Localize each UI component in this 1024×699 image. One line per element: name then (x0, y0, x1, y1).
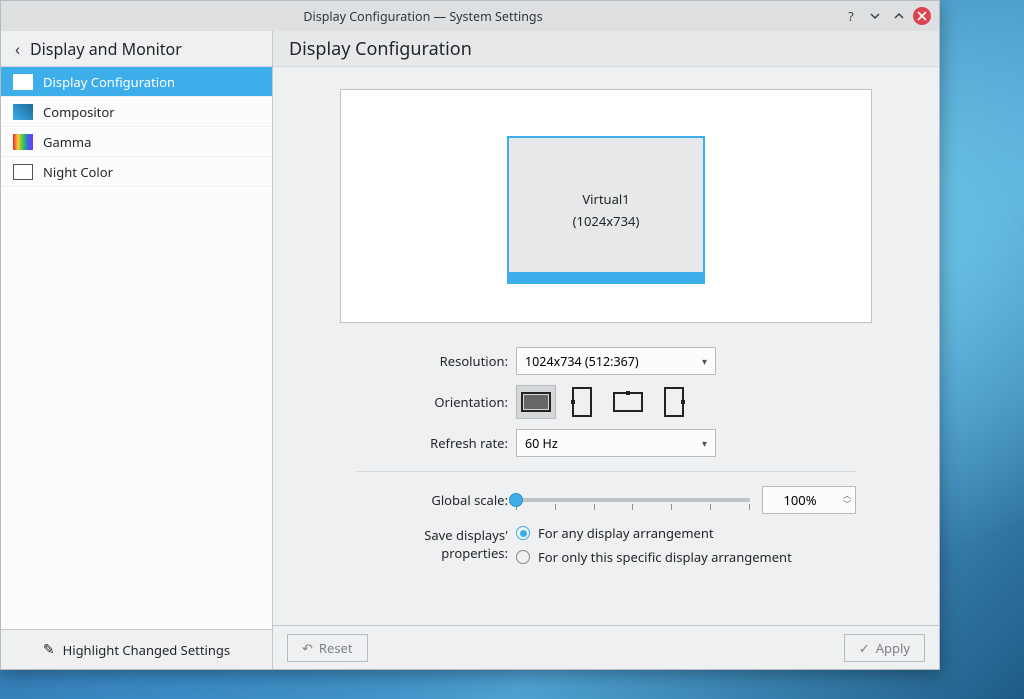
sidebar-item-label: Gamma (43, 133, 91, 151)
display-preview-name: Virtual1 (582, 190, 629, 208)
sidebar-item-gamma[interactable]: Gamma (1, 127, 272, 157)
radio-any-arrangement[interactable]: For any display arrangement (516, 524, 792, 542)
radio-specific-arrangement[interactable]: For only this specific display arrangeme… (516, 548, 792, 566)
titlebar[interactable]: Display Configuration — System Settings … (1, 1, 939, 31)
chevron-left-icon: ‹ (15, 38, 20, 60)
radio-on-icon (516, 526, 530, 540)
refresh-rate-select[interactable]: 60 Hz ▾ (516, 429, 716, 457)
sidebar-back[interactable]: ‹ Display and Monitor (1, 31, 272, 67)
display-layout-preview[interactable]: Virtual1 (1024x734) (340, 89, 872, 323)
minimize-button[interactable] (865, 6, 885, 26)
resolution-select[interactable]: 1024x734 (512:367) ▾ (516, 347, 716, 375)
display-preview-virtual1[interactable]: Virtual1 (1024x734) (507, 136, 705, 284)
global-scale-value: 100% (783, 491, 816, 509)
highlight-changed-settings[interactable]: ✎ Highlight Changed Settings (1, 629, 272, 669)
night-color-icon (13, 164, 33, 180)
global-scale-label: Global scale: (356, 491, 516, 509)
chevron-down-icon: ▾ (702, 436, 707, 450)
radio-off-icon (516, 550, 530, 564)
sidebar-list: Display Configuration Compositor Gamma N… (1, 67, 272, 629)
apply-button[interactable]: ✓ Apply (844, 634, 925, 662)
highlight-icon: ✎ (43, 640, 55, 659)
spinbox-arrows[interactable]: ︿﹀ (843, 491, 851, 509)
sidebar-footer-label: Highlight Changed Settings (63, 641, 231, 659)
sidebar: ‹ Display and Monitor Display Configurat… (1, 31, 273, 669)
sidebar-item-night-color[interactable]: Night Color (1, 157, 272, 187)
orientation-landscape-flipped[interactable] (608, 385, 648, 419)
global-scale-spinbox[interactable]: 100% ︿﹀ (762, 486, 856, 514)
help-button[interactable]: ? (841, 6, 861, 26)
monitor-icon (13, 74, 33, 90)
sidebar-item-compositor[interactable]: Compositor (1, 97, 272, 127)
orientation-group (516, 385, 694, 419)
global-scale-slider[interactable] (516, 490, 750, 510)
close-button[interactable] (913, 7, 931, 25)
maximize-button[interactable] (889, 6, 909, 26)
separator (356, 471, 856, 472)
reset-button[interactable]: ↶ Reset (287, 634, 368, 662)
window-title: Display Configuration — System Settings (9, 8, 837, 25)
main-panel: Display Configuration Virtual1 (1024x734… (273, 31, 939, 669)
radio-label: For only this specific display arrangeme… (538, 548, 792, 566)
sidebar-header-label: Display and Monitor (30, 38, 182, 60)
sidebar-item-label: Night Color (43, 163, 113, 181)
orientation-label: Orientation: (356, 393, 516, 411)
orientation-portrait-left[interactable] (562, 385, 602, 419)
orientation-portrait-right[interactable] (654, 385, 694, 419)
sidebar-item-label: Display Configuration (43, 73, 175, 91)
sidebar-item-label: Compositor (43, 103, 115, 121)
resolution-value: 1024x734 (512:367) (525, 353, 639, 370)
page-title: Display Configuration (273, 31, 939, 67)
save-properties-label: Save displays' properties: (356, 524, 516, 562)
slider-thumb[interactable] (509, 493, 523, 507)
reset-label: Reset (319, 639, 353, 657)
orientation-landscape[interactable] (516, 385, 556, 419)
main-footer: ↶ Reset ✓ Apply (273, 625, 939, 669)
sidebar-item-display-configuration[interactable]: Display Configuration (1, 67, 272, 97)
compositor-icon (13, 104, 33, 120)
system-settings-window: Display Configuration — System Settings … (0, 0, 940, 670)
display-preview-res: (1024x734) (573, 212, 640, 230)
chevron-down-icon: ▾ (702, 354, 707, 368)
radio-label: For any display arrangement (538, 524, 714, 542)
resolution-label: Resolution: (356, 352, 516, 370)
refresh-rate-label: Refresh rate: (356, 434, 516, 452)
gamma-icon (13, 134, 33, 150)
apply-label: Apply (876, 639, 910, 657)
check-icon: ✓ (859, 639, 870, 657)
undo-icon: ↶ (302, 639, 313, 657)
refresh-rate-value: 60 Hz (525, 435, 558, 452)
